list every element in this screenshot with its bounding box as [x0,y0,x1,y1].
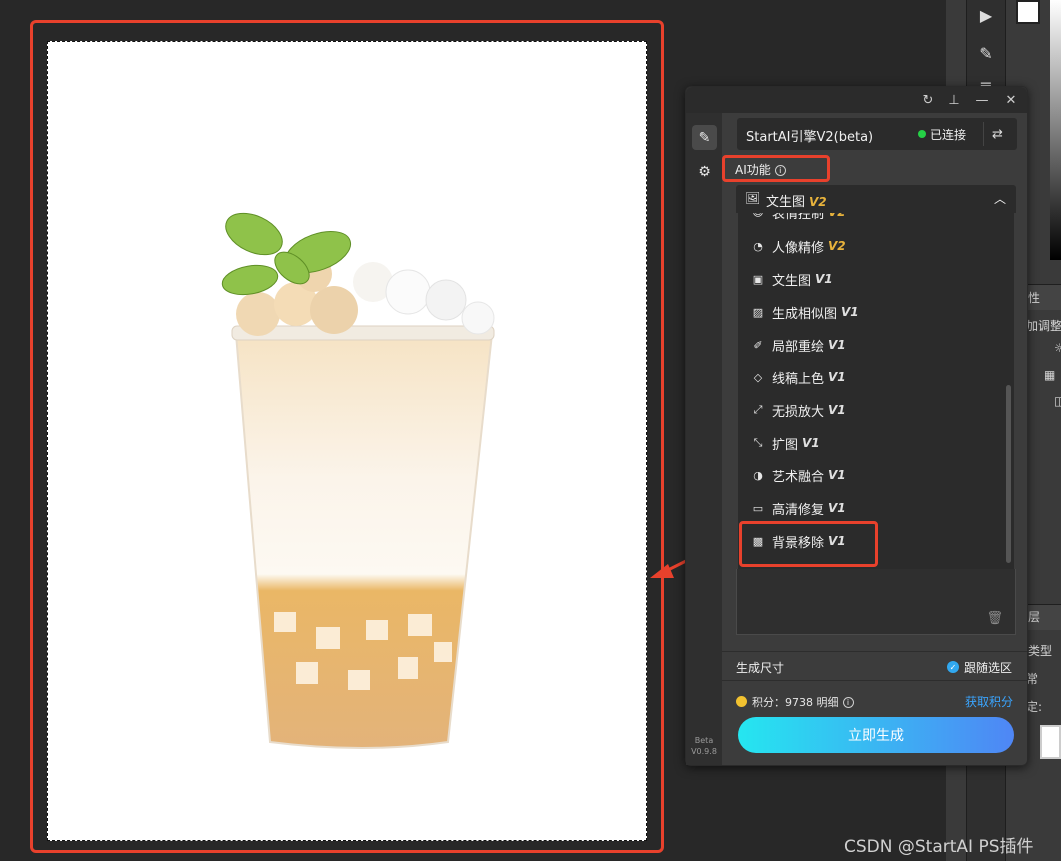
menu-item-version: V1 [828,370,846,384]
expand-icon: ⤡ [753,436,763,449]
settings-gear-icon[interactable]: ⚙ [692,159,717,184]
color-gradient[interactable] [1050,0,1061,260]
menu-item-portrait-retouch[interactable]: ◔ 人像精修 V2 [738,231,1008,261]
similar-image-icon: ▨ [752,305,764,319]
connected-status-dot [918,130,926,138]
play-icon[interactable]: ▶ [971,2,1001,28]
layer-thumbnail[interactable] [1040,725,1061,759]
type-filter-label: 类型 [1028,644,1053,658]
chevron-up-icon[interactable]: ︿ [994,190,1006,207]
menu-item-label: 无损放大 [772,404,825,420]
text-to-image-icon: 🖼 [745,191,761,205]
version-number: V0.9.8 [691,747,717,756]
menu-item-lossless-upscale[interactable]: ⤢ 无损放大 V1 [738,395,1008,425]
document-canvas[interactable] [47,41,647,841]
face-icon: ☺ [750,213,766,220]
selected-function: 文生图 [766,195,806,210]
menu-item-hd-repair[interactable]: ▭ 高清修复 V1 [738,493,1008,523]
menu-item-version: V2 [828,213,846,219]
menu-item-text-to-image[interactable]: ▣ 文生图 V1 [738,264,1008,294]
prompt-textarea[interactable]: 🗑 [736,569,1016,635]
edit-icon[interactable]: ✎ [692,125,717,150]
points-info-icon[interactable]: i [842,697,854,708]
points-balance: 积分：9738 明细 i [752,694,854,710]
pin-icon[interactable]: ⊥ [945,91,963,109]
minimize-icon[interactable]: — [973,91,991,109]
menu-item-label: 生成相似图 [772,306,838,322]
generate-size-label: 生成尺寸 [736,661,785,675]
generate-now-button[interactable]: 立即生成 [738,717,1014,753]
properties-label: 性 [1028,291,1041,305]
menu-item-label: 文生图 [772,273,812,289]
selected-version: V2 [809,195,827,209]
grid-icon[interactable]: ▦ [1044,368,1055,382]
version-beta: Beta [694,736,714,745]
points-row: 积分：9738 明细 i 获取积分 [736,693,1021,711]
engine-selector[interactable]: StartAI引擎V2(beta) 已连接 ⇄ [737,118,1017,150]
hd-icon: ▭ [752,501,764,515]
menu-item-label: 高清修复 [772,502,825,518]
startai-plugin-panel: ↻ ⊥ — ✕ ✎ ⚙ Beta V0.9.8 StartAI引擎V2(beta… [685,86,1028,766]
menu-item-version: V1 [802,436,820,450]
background-remove-highlight [739,521,878,567]
adjust-label: 加调整 [1026,319,1061,333]
lock-label: 定: [1026,700,1043,714]
menu-item-inpaint[interactable]: ✐ 局部重绘 V1 [738,330,1008,360]
sun-icon[interactable]: ☼ [1054,341,1061,355]
text-to-image-icon: ▣ [752,272,764,286]
coin-icon [736,696,747,707]
menu-item-version: V2 [828,239,846,253]
generate-size-row: 生成尺寸 ✓ 跟随选区 [722,651,1027,681]
follow-selection-label[interactable]: 跟随选区 [964,659,1012,676]
brush-icon: ✐ [753,338,763,352]
panel-titlebar: ↻ ⊥ — ✕ [686,87,1027,113]
panel-sidebar: ✎ ⚙ Beta V0.9.8 [686,113,722,765]
menu-item-label: 局部重绘 [772,339,825,355]
foreground-color-swatch[interactable] [1016,0,1040,24]
menu-item-version: V1 [815,272,833,286]
connection-status: 已连接 [930,128,967,142]
function-dropdown[interactable]: 🖼 文生图 V2 ︿ [736,185,1016,213]
menu-item-art-blend[interactable]: ◑ 艺术融合 V1 [738,460,1008,490]
photoshop-workspace: ▶ ✎ ≡ 性 加调整 ☼ ▦ ◫ 层 类型 常 定: ↻ ⊥ — ✕ ✎ ⚙ … [0,0,1061,861]
layers-label: 层 [1028,610,1041,624]
menu-item-label: 人像精修 [772,240,825,256]
get-points-link[interactable]: 获取积分 [965,693,1013,710]
menu-item-version: V1 [828,338,846,352]
brush-tool-icon[interactable]: ✎ [971,40,1001,66]
close-icon[interactable]: ✕ [1002,91,1020,109]
art-blend-icon: ◑ [753,468,763,482]
dropdown-selected-label: 文生图 V2 [766,191,827,210]
paint-bucket-icon: ◇ [753,370,763,384]
menu-item-label: 线稿上色 [772,371,825,387]
follow-selection-checkbox[interactable]: ✓ [947,661,959,673]
menu-item-version: V1 [828,468,846,482]
menu-item-expression-control[interactable]: ☺ 表情控制V2 [738,213,1008,227]
info-icon[interactable]: i [774,165,786,176]
milk-tea-image [221,212,495,749]
menu-item-version: V1 [828,501,846,515]
switch-engine-icon[interactable]: ⇄ [983,122,1011,146]
trash-icon[interactable]: 🗑 [986,611,1003,626]
ai-function-label: AI功能 i [735,161,786,178]
menu-item-similar-image[interactable]: ▨ 生成相似图 V1 [738,297,1008,327]
engine-title: StartAI引擎V2(beta) [746,130,874,145]
refresh-icon[interactable]: ↻ [919,91,937,109]
menu-item-label: 艺术融合 [772,469,825,485]
layer-icon[interactable]: ◫ [1054,394,1061,408]
menu-item-version: V1 [828,403,846,417]
menu-item-expand[interactable]: ⤡ 扩图 V1 [738,428,1008,458]
menu-scrollbar-thumb[interactable] [1006,385,1011,563]
upscale-icon: ⤢ [753,403,763,416]
ai-function-text: AI功能 [735,163,771,177]
points-text: 积分：9738 明细 [752,696,839,709]
function-menu-list: ☺表情控制V2 ◔人像精修V2 ▣文生图V1 ▨生成相似图V1 ✐局部重绘V1 … [738,213,1014,569]
menu-item-label: 表情控制 [772,213,825,222]
portrait-icon: ◔ [753,239,763,253]
menu-item-version: V1 [841,305,859,319]
menu-item-lineart-color[interactable]: ◇ 线稿上色 V1 [738,362,1008,392]
watermark: CSDN @StartAI PS插件 [844,837,1034,857]
menu-item-label: 扩图 [772,437,799,453]
